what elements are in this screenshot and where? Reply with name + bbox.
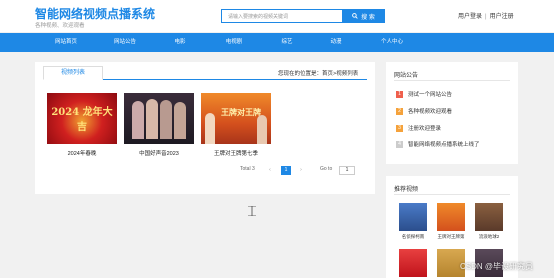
thumbnail-caption: 2024 龙年大吉 (51, 107, 113, 133)
site-title[interactable]: 智能网络视频点播系统 (35, 5, 155, 22)
nav-item-variety[interactable]: 综艺 (281, 33, 292, 52)
recommend-label[interactable]: 王牌对王牌第 (437, 234, 465, 240)
announcement-item[interactable]: 1 测试一个网站公告 (396, 90, 452, 98)
pager-page-current[interactable]: 1 (281, 166, 291, 175)
recommend-thumbnail[interactable] (399, 203, 427, 231)
nav-item-announcements[interactable]: 网站公告 (114, 33, 136, 52)
site-subtitle: 各种视频、欢迎观看 (35, 23, 85, 29)
recommend-heading: 推荐视频 (394, 187, 419, 193)
main-nav: 网站首页 网站公告 电影 电视剧 综艺 动漫 个人中心 (0, 33, 554, 52)
video-thumbnail[interactable] (124, 93, 194, 144)
nav-item-home[interactable]: 网站首页 (55, 33, 77, 52)
announcement-text[interactable]: 测试一个网站公告 (408, 90, 452, 98)
nav-item-profile[interactable]: 个人中心 (381, 33, 403, 52)
pager-next-button[interactable]: › (296, 166, 306, 175)
divider (394, 194, 510, 195)
breadcrumb: 您现在的位置是：首页>视频列表 (278, 71, 359, 77)
video-title[interactable]: 2024年春晚 (47, 149, 117, 157)
recommend-item[interactable]: 名侦探柯南 (399, 203, 427, 240)
thumbnail-caption: 王牌对王牌 (221, 108, 261, 117)
video-thumbnail[interactable]: 2024 龙年大吉 (47, 93, 117, 144)
search-input[interactable]: 请输入要搜索的视频关键词 (221, 9, 343, 23)
site-header: 智能网络视频点播系统 各种视频、欢迎观看 请输入要搜索的视频关键词 搜 索 用户… (0, 0, 554, 32)
pager-goto-input[interactable]: 1 (339, 166, 355, 175)
video-title[interactable]: 王牌对王牌第七季 (201, 149, 271, 157)
recommend-item[interactable]: 流浪地球2 (475, 203, 503, 240)
announcement-item[interactable]: 4 智能网络视频点播系统上线了 (396, 140, 480, 148)
login-link[interactable]: 用户登录 (458, 14, 482, 20)
search-button-label: 搜 索 (361, 14, 375, 21)
recommend-thumbnail[interactable] (399, 249, 427, 277)
pager-prev-button[interactable]: ‹ (265, 166, 275, 175)
recommend-thumbnail[interactable] (437, 203, 465, 231)
mouse-cursor-icon (248, 206, 256, 216)
video-card[interactable]: 中国好声音2023 (124, 93, 194, 157)
announcement-item[interactable]: 2 各种视频欢迎观看 (396, 107, 452, 115)
recommend-item[interactable] (399, 249, 427, 277)
nav-item-movies[interactable]: 电影 (174, 33, 185, 52)
announcement-text[interactable]: 各种视频欢迎观看 (408, 107, 452, 115)
register-link[interactable]: 用户注册 (490, 14, 514, 20)
divider (394, 80, 510, 81)
search-button[interactable]: 搜 索 (342, 9, 385, 23)
link-separator: | (485, 14, 487, 20)
rank-badge: 4 (396, 140, 403, 148)
user-links: 用户登录 | 用户注册 (458, 11, 514, 20)
rank-badge: 1 (396, 90, 403, 98)
announcement-text[interactable]: 智能网络视频点播系统上线了 (408, 140, 480, 148)
rank-badge: 2 (396, 107, 403, 115)
recommend-label[interactable]: 流浪地球2 (475, 234, 503, 240)
recommend-thumbnail[interactable] (475, 203, 503, 231)
video-thumbnail[interactable]: 王牌对王牌 (201, 93, 271, 144)
announcement-text[interactable]: 注册欢迎登录 (408, 124, 441, 132)
tab-video-list[interactable]: 视频列表 (43, 66, 103, 80)
nav-item-anime[interactable]: 动漫 (330, 33, 341, 52)
announcement-heading: 网站公告 (394, 73, 419, 79)
announcement-item[interactable]: 3 注册欢迎登录 (396, 124, 441, 132)
announcement-panel: 网站公告 1 测试一个网站公告 2 各种视频欢迎观看 3 注册欢迎登录 4 智能网络视频… (386, 62, 518, 164)
video-title[interactable]: 中国好声音2023 (124, 149, 194, 157)
nav-item-tv[interactable]: 电视剧 (226, 33, 243, 52)
pager-goto-label: Go to (320, 166, 333, 172)
rank-badge: 3 (396, 124, 403, 132)
video-list-panel: 视频列表 您现在的位置是：首页>视频列表 2024 龙年大吉 2024年春晚 中… (35, 62, 375, 194)
recommend-item[interactable]: 王牌对王牌第 (437, 203, 465, 240)
search-icon (352, 13, 358, 19)
watermark: CSDN @毕设研究员 (460, 262, 534, 271)
video-card[interactable]: 王牌对王牌 王牌对王牌第七季 (201, 93, 271, 157)
pager-total: Total 3 (240, 166, 255, 172)
video-card[interactable]: 2024 龙年大吉 2024年春晚 (47, 93, 117, 157)
recommend-label[interactable]: 名侦探柯南 (399, 234, 427, 240)
